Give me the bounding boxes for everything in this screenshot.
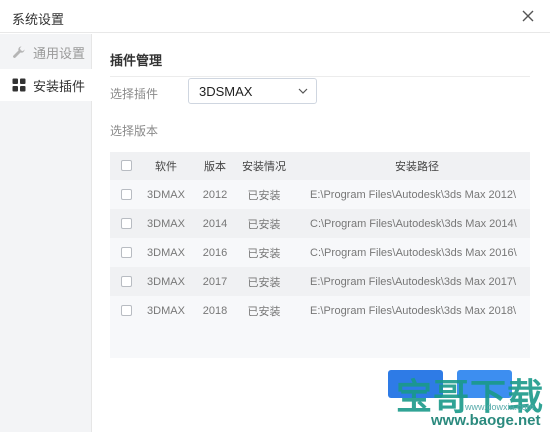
sidebar-item-install-plugin[interactable]: 安装插件 <box>0 69 92 101</box>
row-checkbox[interactable] <box>121 247 132 258</box>
header-version: 版本 <box>204 161 226 173</box>
plugin-table: 软件 版本 安装情况 安装路径 3DMAX 2012 已安装 E:\Progra… <box>110 152 530 358</box>
header-path: 安装路径 <box>395 161 439 173</box>
select-all-checkbox[interactable] <box>121 160 132 171</box>
row-checkbox[interactable] <box>121 305 132 316</box>
sidebar-item-label: 安装插件 <box>33 78 86 94</box>
version-label: 选择版本 <box>110 124 159 138</box>
header-software: 软件 <box>155 161 177 173</box>
cell-status: 已安装 <box>247 189 281 202</box>
section-divider <box>110 76 530 77</box>
row-checkbox[interactable] <box>121 276 132 287</box>
cell-version: 2012 <box>202 188 228 201</box>
watermark-url-small: www.dowxia.com <box>465 402 535 412</box>
cell-path: C:\Program Files\Autodesk\3ds Max 2014\ <box>310 217 517 230</box>
cell-software: 3DMAX <box>147 188 185 201</box>
sidebar-item-general-settings[interactable]: 通用设置 <box>0 36 92 68</box>
cell-software: 3DMAX <box>147 246 185 259</box>
cell-path: C:\Program Files\Autodesk\3ds Max 2016\ <box>310 246 517 259</box>
plugin-select[interactable]: 3DSMAX <box>188 78 317 104</box>
section-title: 插件管理 <box>110 53 163 68</box>
table-row[interactable]: 3DMAX 2018 已安装 E:\Program Files\Autodesk… <box>110 296 530 325</box>
header-status: 安装情况 <box>242 161 286 173</box>
chevron-down-icon <box>298 88 308 94</box>
cell-path: E:\Program Files\Autodesk\3ds Max 2012\ <box>310 188 517 201</box>
title-bar: 系统设置 <box>0 0 550 33</box>
close-icon[interactable] <box>520 8 536 24</box>
sidebar-item-label: 通用设置 <box>33 45 86 61</box>
cell-version: 2018 <box>202 304 228 317</box>
cell-status: 已安装 <box>247 247 281 260</box>
cell-software: 3DMAX <box>147 217 185 230</box>
row-checkbox[interactable] <box>121 189 132 200</box>
table-row[interactable]: 3DMAX 2014 已安装 C:\Program Files\Autodesk… <box>110 209 530 238</box>
cell-path: E:\Program Files\Autodesk\3ds Max 2018\ <box>310 304 517 317</box>
table-row[interactable]: 3DMAX 2016 已安装 C:\Program Files\Autodesk… <box>110 238 530 267</box>
plugin-label: 选择插件 <box>110 87 159 101</box>
cell-version: 2016 <box>202 246 228 259</box>
cell-software: 3DMAX <box>147 275 185 288</box>
cell-version: 2014 <box>202 217 228 230</box>
cell-status: 已安装 <box>247 276 281 289</box>
table-row[interactable]: 3DMAX 2012 已安装 E:\Program Files\Autodesk… <box>110 180 530 209</box>
sidebar: 通用设置 安装插件 <box>0 34 92 432</box>
window-title: 系统设置 <box>12 12 65 27</box>
cell-version: 2017 <box>202 275 228 288</box>
cell-software: 3DMAX <box>147 304 185 317</box>
table-row[interactable]: 3DMAX 2017 已安装 E:\Program Files\Autodesk… <box>110 267 530 296</box>
grid-icon <box>12 78 26 92</box>
table-header: 软件 版本 安装情况 安装路径 <box>110 152 530 180</box>
cell-status: 已安装 <box>247 218 281 231</box>
plugin-select-value: 3DSMAX <box>199 84 253 99</box>
wrench-icon <box>13 46 25 58</box>
cell-path: E:\Program Files\Autodesk\3ds Max 2017\ <box>310 275 517 288</box>
watermark-url: www.baoge.net <box>431 412 541 429</box>
row-checkbox[interactable] <box>121 218 132 229</box>
cell-status: 已安装 <box>247 305 281 318</box>
